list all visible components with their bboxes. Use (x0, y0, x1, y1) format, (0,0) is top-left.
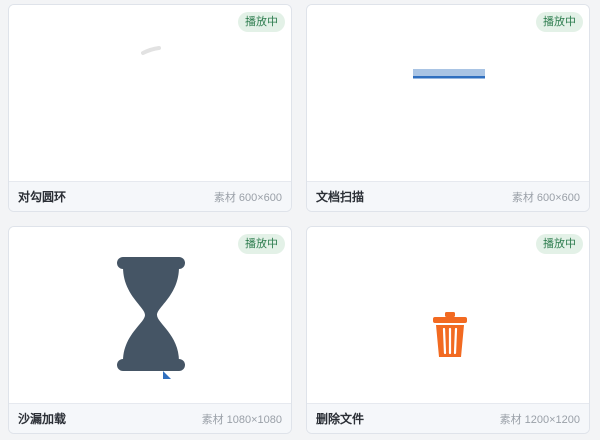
card-footer: 删除文件 素材 1200×1200 (307, 403, 589, 433)
asset-label: 素材 (213, 191, 236, 204)
animation-card[interactable]: 播放中 沙漏加载 素材 1080×1080 (8, 226, 292, 434)
status-badge: 播放中 (238, 234, 285, 254)
trash-icon (430, 311, 470, 364)
card-title: 文档扫描 (316, 190, 365, 204)
card-footer: 沙漏加载 素材 1080×1080 (9, 403, 291, 433)
status-badge: 播放中 (536, 12, 583, 32)
asset-label: 素材 (499, 413, 522, 426)
animation-card[interactable]: 播放中 删除文件 素材 1200×1200 (306, 226, 590, 434)
asset-label: 素材 (201, 413, 224, 426)
card-meta: 素材 600×600 (214, 189, 282, 205)
asset-dimensions: 600×600 (536, 191, 580, 204)
card-title: 删除文件 (316, 412, 365, 426)
hourglass-icon (115, 255, 187, 386)
asset-dimensions: 1080×1080 (226, 413, 282, 426)
card-title: 沙漏加载 (18, 412, 67, 426)
animation-card[interactable]: 播放中 文档扫描 素材 600×600 (306, 4, 590, 212)
card-footer: 文档扫描 素材 600×600 (307, 181, 589, 211)
card-footer: 对勾圆环 素材 600×600 (9, 181, 291, 211)
card-meta: 素材 1080×1080 (202, 411, 282, 427)
status-badge: 播放中 (536, 234, 583, 254)
status-badge: 播放中 (238, 12, 285, 32)
card-title: 对勾圆环 (18, 190, 67, 204)
animation-card[interactable]: 播放中 对勾圆环 素材 600×600 (8, 4, 292, 212)
document-scan-icon (411, 67, 487, 85)
asset-dimensions: 1200×1200 (524, 413, 580, 426)
card-meta: 素材 1200×1200 (500, 411, 580, 427)
asset-dimensions: 600×600 (238, 191, 282, 204)
checkmark-ring-icon (141, 43, 163, 61)
asset-label: 素材 (511, 191, 534, 204)
card-meta: 素材 600×600 (512, 189, 580, 205)
